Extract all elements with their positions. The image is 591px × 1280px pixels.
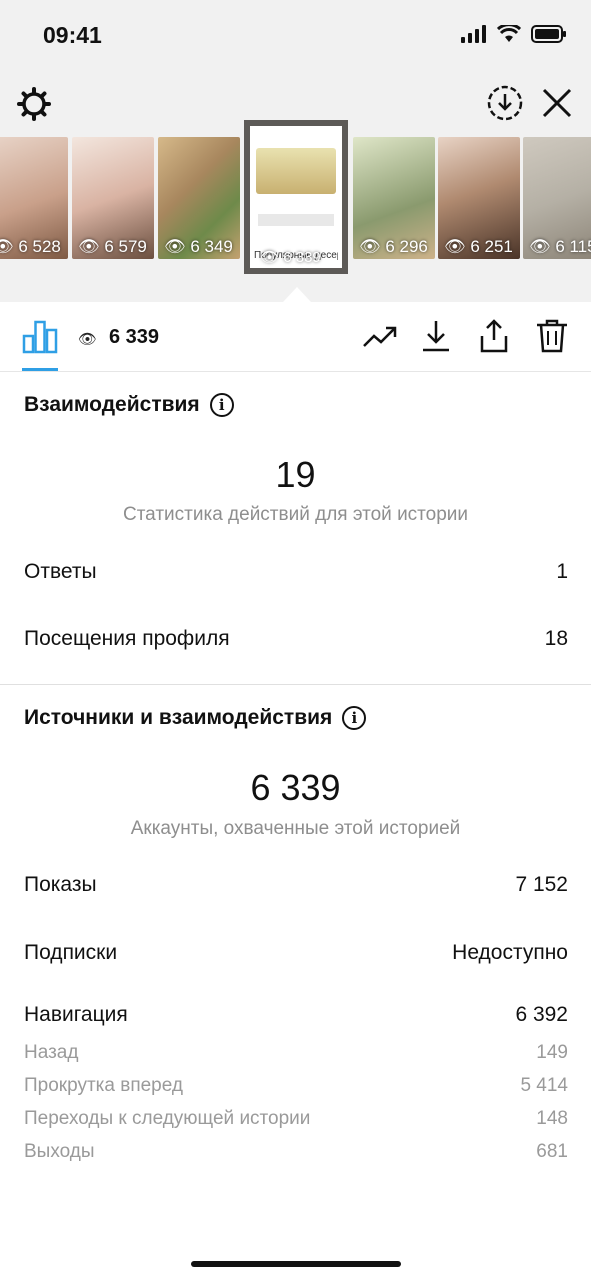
- stat-label: Подписки: [24, 941, 118, 964]
- stat-row-replies: Ответы 1: [24, 560, 568, 584]
- thumbnail-views: 👁 6 579: [78, 237, 147, 256]
- status-icons: [461, 25, 567, 43]
- eye-icon: 👁: [78, 331, 98, 348]
- trash-icon[interactable]: [534, 318, 570, 354]
- story-thumbnail[interactable]: 👁 6 296: [353, 137, 435, 259]
- thumbnail-views: 👁 6 115: [529, 237, 591, 256]
- info-icon[interactable]: i: [209, 393, 234, 417]
- active-tab-indicator: [22, 368, 58, 371]
- nav-label: Переходы к следующей истории: [24, 1108, 311, 1129]
- home-indicator[interactable]: [191, 1261, 401, 1267]
- discovery-caption: Аккаунты, охваченные этой историей: [130, 818, 461, 839]
- thumbnail-views: 👁 6 349: [164, 237, 233, 256]
- story-thumbnail[interactable]: 👁 6 251: [438, 137, 520, 259]
- story-thumbnail[interactable]: 👁 6 349: [158, 137, 240, 259]
- story-thumbnails: 👁 6 528 👁 6 579 👁 6 349 Популярные десер…: [0, 120, 591, 280]
- stat-value: 1: [556, 560, 568, 583]
- stat-row-follows: Подписки Недоступно: [24, 941, 568, 965]
- section-divider: [0, 684, 591, 685]
- story-tag: [258, 214, 334, 226]
- story-thumbnail[interactable]: 👁 6 115: [523, 137, 591, 259]
- stat-row-profile-visits: Посещения профиля 18: [24, 627, 568, 651]
- save-circle-icon[interactable]: [486, 84, 524, 122]
- stat-label: Навигация: [24, 1003, 128, 1026]
- info-icon[interactable]: i: [342, 706, 367, 730]
- nav-value: 149: [536, 1042, 568, 1063]
- nav-row-back: Назад 149: [24, 1042, 568, 1064]
- stat-value: 7 152: [515, 873, 568, 896]
- stat-row-impressions: Показы 7 152: [24, 873, 568, 897]
- views-count: 6 339: [109, 326, 160, 348]
- stat-label: Посещения профиля: [24, 627, 230, 650]
- gear-icon[interactable]: [16, 86, 52, 122]
- interactions-caption: Статистика действий для этой истории: [122, 504, 469, 525]
- story-thumbnail[interactable]: 👁 6 528: [0, 137, 68, 259]
- nav-label: Прокрутка вперед: [24, 1075, 183, 1096]
- thumbnail-views: 👁 6 251: [444, 237, 513, 256]
- stat-label: Ответы: [24, 560, 97, 583]
- nav-row-next-story: Переходы к следующей истории 148: [24, 1108, 568, 1130]
- selected-pointer: [283, 287, 311, 302]
- stat-value: 18: [544, 627, 568, 650]
- nav-label: Выходы: [24, 1141, 95, 1162]
- download-icon[interactable]: [418, 318, 454, 354]
- insights-toolbar: 👁 6 339: [0, 302, 591, 372]
- story-photo: [256, 148, 336, 194]
- thumbnail-views: 👁 6 296: [359, 237, 428, 256]
- discovery-total: 6 339: [250, 767, 341, 808]
- stat-value: 6 392: [515, 1003, 568, 1026]
- stat-row-navigation: Навигация 6 392: [24, 1003, 568, 1027]
- discovery-title: Источники и взаимодействия: [24, 706, 333, 729]
- thumbnail-views: 👁 6 528: [0, 237, 61, 256]
- share-icon[interactable]: [476, 318, 512, 354]
- nav-value: 5 414: [520, 1075, 568, 1096]
- insights-tab-icon[interactable]: [22, 320, 58, 354]
- nav-value: 681: [536, 1141, 568, 1162]
- wifi-icon: [497, 25, 521, 42]
- signal-icon: [461, 25, 486, 43]
- thumbnail-views: 👁 6 339: [260, 249, 321, 266]
- selected-story-thumbnail[interactable]: Популярные десерты 👁 6 339: [244, 120, 348, 274]
- nav-label: Назад: [24, 1042, 79, 1063]
- story-thumbnail[interactable]: 👁 6 579: [72, 137, 154, 259]
- status-time: 09:41: [43, 22, 102, 48]
- nav-value: 148: [536, 1108, 568, 1129]
- trending-icon[interactable]: [362, 318, 398, 354]
- story-header: 09:41 👁 6 528 👁 6 579 👁 6 349 Популярные…: [0, 0, 591, 302]
- stat-label: Показы: [24, 873, 97, 896]
- stat-value: Недоступно: [452, 941, 568, 964]
- nav-row-forward: Прокрутка вперед 5 414: [24, 1075, 568, 1097]
- close-icon[interactable]: [540, 86, 574, 120]
- interactions-section-title: Взаимодействия i: [24, 393, 234, 417]
- status-bar: 09:41: [0, 0, 591, 70]
- discovery-section-title: Источники и взаимодействия i: [24, 706, 367, 730]
- battery-icon: [531, 25, 566, 43]
- interactions-total: 19: [275, 454, 316, 495]
- interactions-title: Взаимодействия: [24, 393, 200, 416]
- nav-row-exits: Выходы 681: [24, 1141, 568, 1163]
